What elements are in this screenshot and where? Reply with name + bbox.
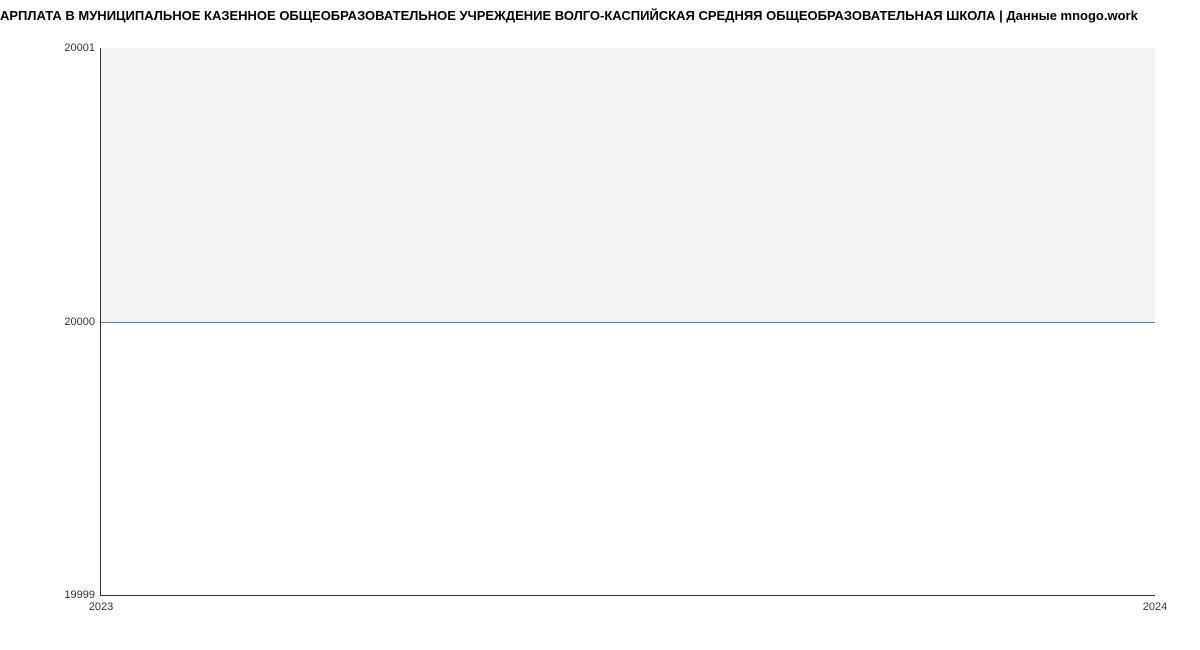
chart-container: АРПЛАТА В МУНИЦИПАЛЬНОЕ КАЗЕННОЕ ОБЩЕОБР… bbox=[0, 0, 1200, 650]
y-tick-label: 20000 bbox=[64, 316, 95, 328]
y-tick-label: 19999 bbox=[64, 589, 95, 601]
x-tick-label: 2023 bbox=[89, 601, 113, 613]
plot-area: 20001 20000 19999 2023 2024 bbox=[100, 48, 1155, 596]
data-line bbox=[101, 322, 1155, 323]
x-tick-label: 2024 bbox=[1143, 601, 1167, 613]
plot-background-upper bbox=[101, 48, 1155, 322]
y-tick-label: 20001 bbox=[64, 42, 95, 54]
chart-title: АРПЛАТА В МУНИЦИПАЛЬНОЕ КАЗЕННОЕ ОБЩЕОБР… bbox=[0, 0, 1200, 23]
plot-background-lower bbox=[101, 322, 1155, 596]
